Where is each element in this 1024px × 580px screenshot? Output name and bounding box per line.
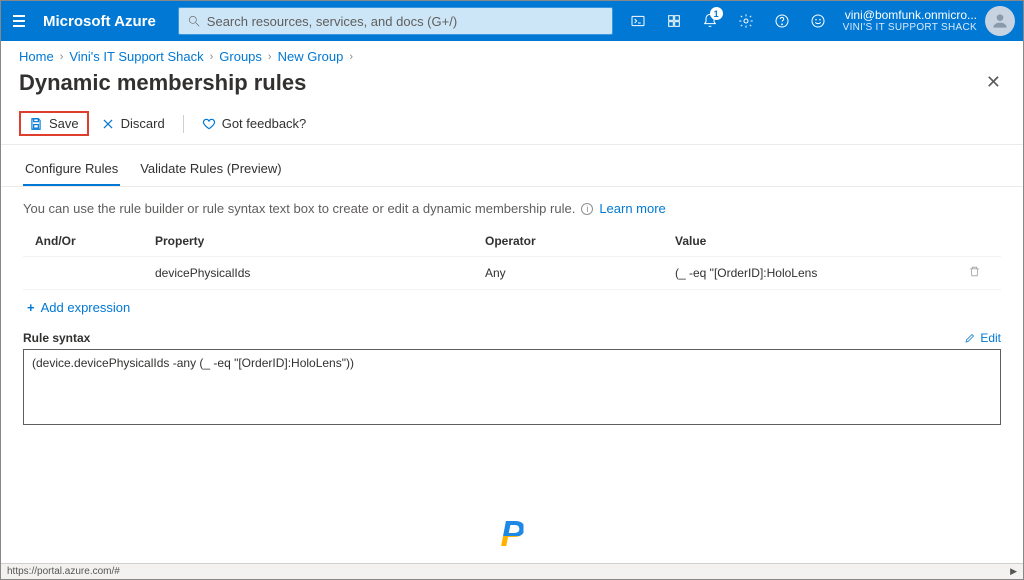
discard-button[interactable]: Discard (91, 111, 175, 136)
cloud-shell-icon[interactable] (621, 1, 655, 41)
page-title: Dynamic membership rules (19, 70, 306, 96)
rule-syntax-box[interactable]: (device.devicePhysicalIds -any (_ -eq "[… (23, 349, 1001, 425)
cell-property[interactable]: devicePhysicalIds (155, 266, 485, 280)
hint-row: You can use the rule builder or rule syn… (23, 201, 1001, 216)
delete-row-button[interactable] (959, 265, 989, 281)
tab-configure-rules[interactable]: Configure Rules (23, 155, 120, 186)
command-divider (183, 115, 184, 133)
info-icon[interactable]: i (581, 203, 593, 215)
tab-validate-rules[interactable]: Validate Rules (Preview) (138, 155, 283, 186)
avatar (985, 6, 1015, 36)
crumb-groups[interactable]: Groups (219, 49, 262, 64)
status-url: https://portal.azure.com/# (7, 566, 120, 577)
heart-icon (202, 117, 216, 131)
rule-syntax-label: Rule syntax (23, 331, 90, 345)
notifications-icon[interactable]: 1 (693, 1, 727, 41)
table-row: devicePhysicalIds Any (_ -eq "[OrderID]:… (23, 257, 1001, 290)
user-email: vini@bomfunk.onmicro... (843, 9, 977, 22)
feedback-button[interactable]: Got feedback? (192, 111, 317, 136)
add-expression-button[interactable]: + Add expression (23, 290, 1001, 325)
top-icon-row: 1 vini@bomfunk.onmicro... VINI'S IT SUPP… (621, 1, 1015, 41)
search-icon (187, 14, 201, 28)
col-operator: Operator (485, 234, 675, 248)
edit-rule-button[interactable]: Edit (964, 331, 1001, 345)
account-control[interactable]: vini@bomfunk.onmicro... VINI'S IT SUPPOR… (843, 6, 1015, 36)
col-andor: And/Or (35, 234, 155, 248)
search-input[interactable] (201, 14, 604, 29)
cell-value[interactable]: (_ -eq "[OrderID]:HoloLens (675, 266, 959, 280)
feedback-label: Got feedback? (222, 116, 307, 131)
notification-badge: 1 (710, 7, 723, 20)
close-icon[interactable]: ✕ (982, 68, 1005, 97)
main-content: You can use the rule builder or rule syn… (1, 187, 1023, 439)
global-search[interactable] (178, 7, 613, 35)
settings-icon[interactable] (729, 1, 763, 41)
tab-row: Configure Rules Validate Rules (Preview) (1, 145, 1023, 187)
col-property: Property (155, 234, 485, 248)
brand-label[interactable]: Microsoft Azure (43, 13, 156, 30)
edit-label: Edit (980, 331, 1001, 345)
browser-status-bar: https://portal.azure.com/# ▶ (1, 563, 1023, 579)
rule-syntax-text: (device.devicePhysicalIds -any (_ -eq "[… (32, 356, 354, 370)
watermark-logo: P (500, 513, 523, 555)
rule-table: And/Or Property Operator Value devicePhy… (23, 226, 1001, 290)
azure-top-bar: Microsoft Azure 1 vini@bomfunk.onmicro..… (1, 1, 1023, 41)
trash-icon (968, 265, 981, 278)
plus-icon: + (27, 300, 35, 315)
crumb-newgroup[interactable]: New Group (278, 49, 344, 64)
save-label: Save (49, 116, 79, 131)
user-tenant: VINI'S IT SUPPORT SHACK (843, 22, 977, 33)
crumb-home[interactable]: Home (19, 49, 54, 64)
directories-icon[interactable] (657, 1, 691, 41)
status-arrow-icon: ▶ (1010, 566, 1017, 577)
crumb-tenant[interactable]: Vini's IT Support Shack (69, 49, 203, 64)
add-expression-label: Add expression (41, 300, 131, 315)
menu-icon[interactable] (9, 11, 29, 31)
col-value: Value (675, 234, 959, 248)
save-button[interactable]: Save (19, 111, 89, 136)
title-bar: Dynamic membership rules ✕ (1, 66, 1023, 107)
feedback-top-icon[interactable] (801, 1, 835, 41)
discard-label: Discard (121, 116, 165, 131)
rule-syntax-header: Rule syntax Edit (23, 331, 1001, 345)
breadcrumb: Home› Vini's IT Support Shack› Groups› N… (1, 41, 1023, 66)
save-icon (29, 117, 43, 131)
learn-more-link[interactable]: Learn more (599, 201, 665, 216)
hint-text: You can use the rule builder or rule syn… (23, 201, 575, 216)
table-header: And/Or Property Operator Value (23, 226, 1001, 257)
cell-operator[interactable]: Any (485, 266, 675, 280)
discard-icon (101, 117, 115, 131)
command-bar: Save Discard Got feedback? (1, 107, 1023, 145)
pencil-icon (964, 332, 976, 344)
help-icon[interactable] (765, 1, 799, 41)
